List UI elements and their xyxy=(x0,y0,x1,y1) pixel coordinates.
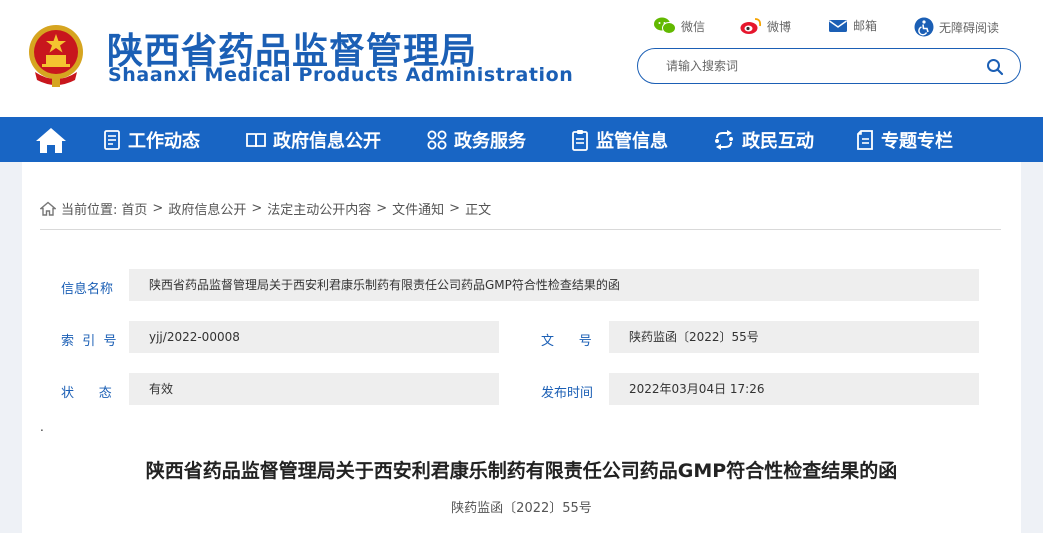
special-topic-icon xyxy=(857,129,873,150)
breadcrumb-separator: > xyxy=(152,201,164,216)
breadcrumb-divider xyxy=(40,229,1001,230)
info-name-label: 信息名称 xyxy=(61,282,114,297)
nav-item-supervision[interactable]: 监管信息 xyxy=(571,117,668,162)
index-label: 索 引 号 xyxy=(61,334,117,349)
grid-circles-icon xyxy=(427,130,447,149)
index-value: yjj/2022-00008 xyxy=(129,321,499,353)
document-list-icon xyxy=(104,129,120,150)
content-card: 当前位置: 首页 > 政府信息公开 > 法定主动公开内容 > 文件通知 > 正文… xyxy=(22,162,1021,533)
breadcrumb-home[interactable]: 首页 xyxy=(121,199,147,218)
open-book-icon xyxy=(246,132,266,147)
tool-weibo[interactable]: 微博 xyxy=(740,17,791,35)
publish-date-label: 发布时间 xyxy=(541,386,594,401)
nav-item-interaction[interactable]: 政民互动 xyxy=(713,117,814,162)
doc-number-value: 陕药监函〔2022〕55号 xyxy=(609,321,979,353)
status-value: 有效 xyxy=(129,373,499,405)
breadcrumb: 当前位置: 首页 > 政府信息公开 > 法定主动公开内容 > 文件通知 > 正文 xyxy=(40,199,491,218)
breadcrumb-notices[interactable]: 文件通知 xyxy=(392,199,444,218)
breadcrumb-separator: > xyxy=(449,201,461,216)
breadcrumb-prefix: 当前位置: xyxy=(61,203,118,218)
document-title: 陕西省药品监督管理局关于西安利君康乐制药有限责任公司药品GMP符合性检查结果的函 xyxy=(145,460,898,482)
nav-item-label: 政府信息公开 xyxy=(273,130,381,152)
home-icon[interactable] xyxy=(34,126,68,154)
nav-item-special-topics[interactable]: 专题专栏 xyxy=(856,117,953,162)
tool-wechat[interactable]: 微信 xyxy=(654,17,705,35)
header-tools: 微信 微博 邮箱 无障碍阅读 xyxy=(0,17,1043,41)
main-nav: 工作动态 政府信息公开 政务服务 监管信息 政民互动 专题专栏 xyxy=(0,117,1043,162)
breadcrumb-separator: > xyxy=(376,201,388,216)
tool-accessibility-label: 无障碍阅读 xyxy=(939,20,1000,35)
doc-number-label: 文 号 xyxy=(541,334,592,349)
nav-item-gov-services[interactable]: 政务服务 xyxy=(427,117,526,162)
tool-weibo-label: 微博 xyxy=(767,19,792,34)
breadcrumb-current: 正文 xyxy=(465,203,492,218)
document-number: 陕药监函〔2022〕55号 xyxy=(451,501,592,516)
nav-item-label: 专题专栏 xyxy=(881,130,953,152)
tool-accessibility[interactable]: 无障碍阅读 xyxy=(914,17,999,37)
site-title-en: Shaanxi Medical Products Administration xyxy=(108,64,574,86)
tool-mail-label: 邮箱 xyxy=(853,19,878,33)
clipboard-icon xyxy=(572,129,588,151)
nav-item-label: 监管信息 xyxy=(596,130,668,152)
breadcrumb-statutory[interactable]: 法定主动公开内容 xyxy=(267,199,371,218)
weibo-icon xyxy=(740,18,762,34)
home-outline-icon xyxy=(40,201,56,216)
search-input[interactable] xyxy=(666,57,966,75)
breadcrumb-separator: > xyxy=(251,201,263,216)
info-name-value: 陕西省药品监督管理局关于西安利君康乐制药有限责任公司药品GMP符合性检查结果的函 xyxy=(129,269,979,301)
tool-wechat-label: 微信 xyxy=(681,19,706,34)
stray-dot: . xyxy=(40,420,44,434)
nav-item-label: 工作动态 xyxy=(128,130,200,152)
nav-item-work-news[interactable]: 工作动态 xyxy=(103,117,200,162)
accessibility-icon xyxy=(914,17,934,37)
breadcrumb-gov-info[interactable]: 政府信息公开 xyxy=(168,199,246,218)
status-label: 状 态 xyxy=(61,386,112,401)
mail-icon xyxy=(829,19,847,32)
search-box xyxy=(637,48,1021,84)
nav-item-label: 政民互动 xyxy=(742,130,814,152)
search-icon[interactable] xyxy=(986,58,1004,76)
wechat-icon xyxy=(654,17,676,34)
tool-mail[interactable]: 邮箱 xyxy=(828,17,877,34)
site-header: 陕西省药品监督管理局 Shaanxi Medical Products Admi… xyxy=(0,0,1043,117)
nav-item-label: 政务服务 xyxy=(454,130,526,152)
interaction-icon xyxy=(715,129,733,150)
nav-item-gov-info[interactable]: 政府信息公开 xyxy=(246,117,381,162)
publish-date-value: 2022年03月04日 17:26 xyxy=(609,373,979,405)
